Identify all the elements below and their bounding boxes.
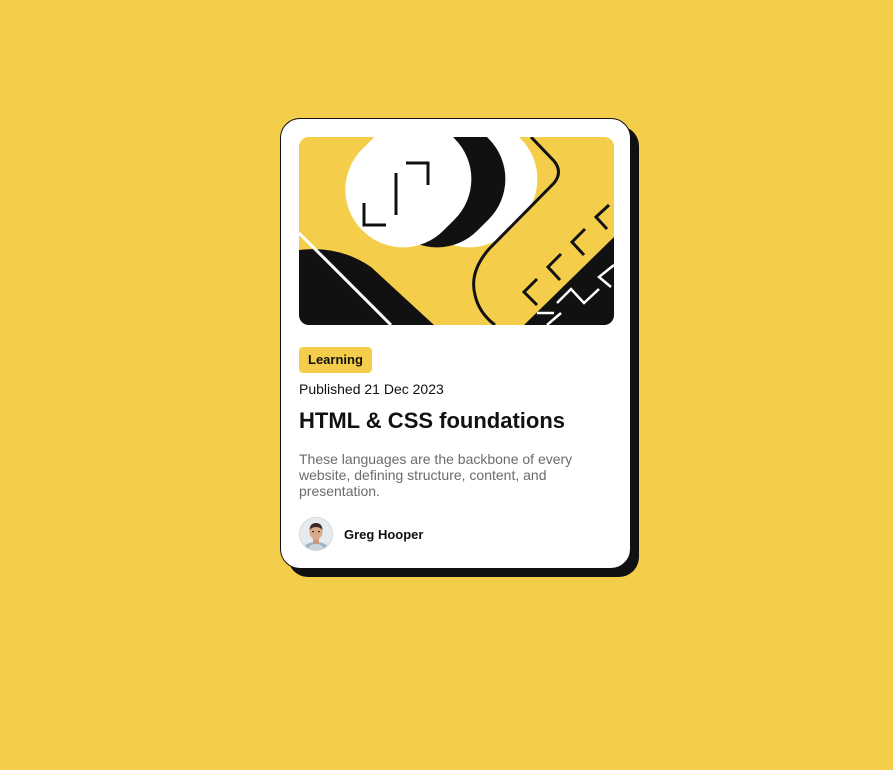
category-tag[interactable]: Learning xyxy=(299,347,372,373)
author-avatar xyxy=(299,517,333,551)
card-description: These languages are the backbone of ever… xyxy=(299,451,573,499)
code-brackets-illustration-icon xyxy=(299,137,614,325)
author-name: Greg Hooper xyxy=(344,526,424,542)
blog-preview-card: Learning Published 21 Dec 2023 HTML & CS… xyxy=(280,118,631,569)
card-title[interactable]: HTML & CSS foundations xyxy=(299,408,565,434)
illustration-image xyxy=(299,137,614,325)
author-info: Greg Hooper xyxy=(299,516,423,552)
author-avatar-icon xyxy=(300,518,332,550)
published-date: Published 21 Dec 2023 xyxy=(299,381,444,397)
